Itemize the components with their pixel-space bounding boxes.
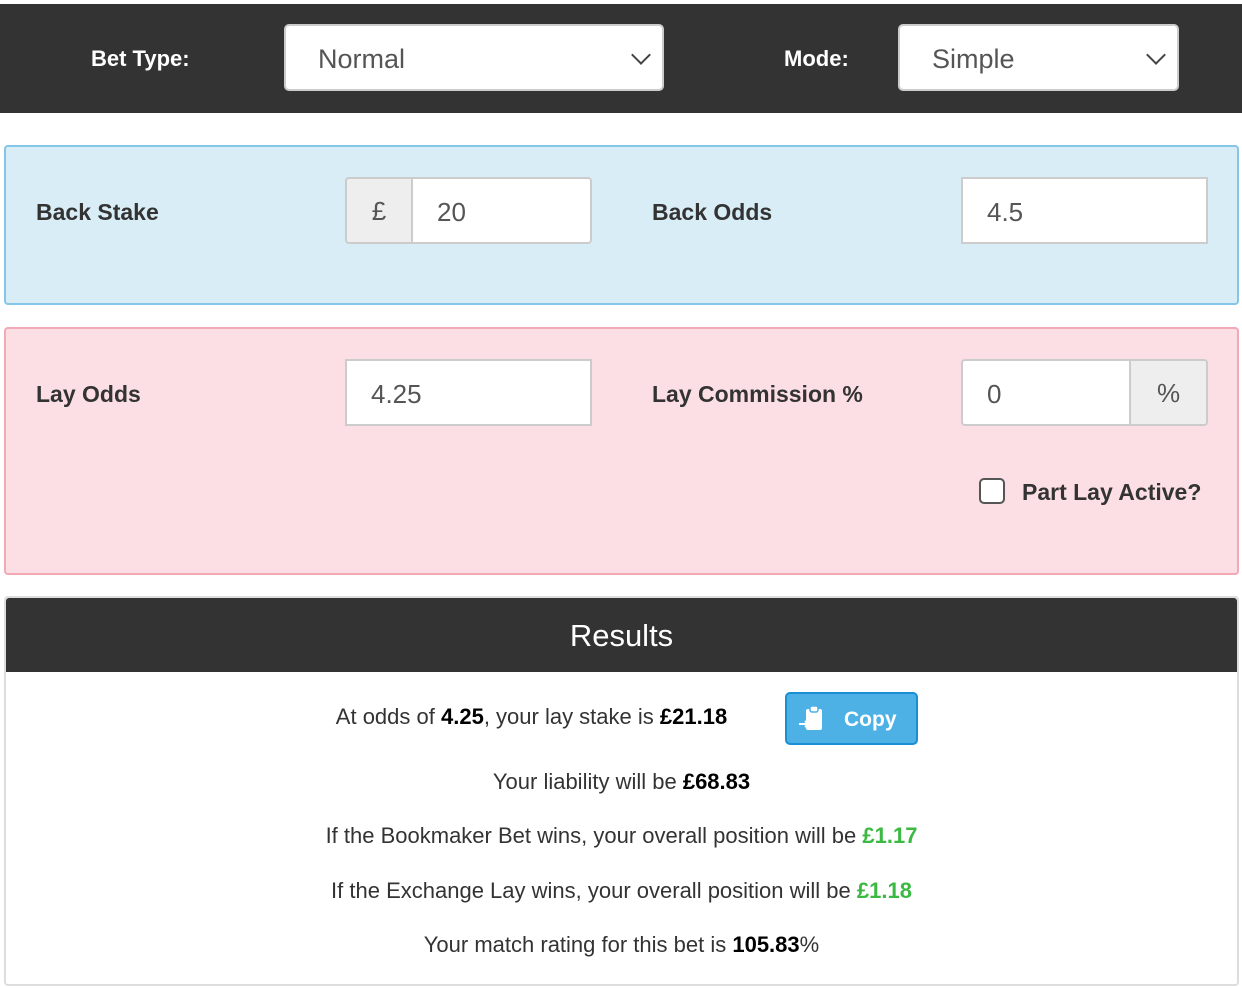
bookmaker-wins-line: If the Bookmaker Bet wins, your overall … <box>6 823 1237 849</box>
part-lay-checkbox[interactable] <box>979 478 1005 504</box>
lay-stake-line: At odds of 4.25, your lay stake is £21.1… <box>6 704 1237 730</box>
text: , your lay stake is <box>483 704 660 729</box>
exchange-wins-line: If the Exchange Lay wins, your overall p… <box>6 878 1237 904</box>
back-odds-input[interactable]: 4.5 <box>961 177 1208 244</box>
bet-type-label: Bet Type: <box>91 46 190 71</box>
copy-button[interactable]: Copy <box>785 692 918 745</box>
chevron-down-icon <box>631 45 651 65</box>
bookmaker-wins-value: £1.17 <box>862 823 918 848</box>
match-rating-value: 105.83 <box>732 932 800 957</box>
back-odds-label: Back Odds <box>652 199 773 225</box>
results-panel: Results At odds of 4.25, your lay stake … <box>4 596 1239 986</box>
text: Your match rating for this bet is <box>423 932 733 957</box>
text: If the Bookmaker Bet wins, your overall … <box>325 823 863 848</box>
text: At odds of <box>335 704 441 729</box>
mode-value: Simple <box>932 44 1015 74</box>
back-stake-input[interactable]: 20 <box>411 177 592 244</box>
part-lay-label[interactable]: Part Lay Active? <box>1022 479 1201 506</box>
bet-type-select[interactable]: Normal <box>284 24 664 91</box>
lay-odds-value: 4.25 <box>440 704 484 729</box>
lay-stake-value: £21.18 <box>659 704 728 729</box>
clipboard-icon <box>799 705 822 730</box>
lay-commission-label: Lay Commission % <box>652 381 863 407</box>
exchange-wins-value: £1.18 <box>856 878 912 903</box>
text: Your liability will be <box>492 769 683 794</box>
lay-odds-label: Lay Odds <box>36 381 141 407</box>
liability-line: Your liability will be £68.83 <box>6 769 1237 795</box>
currency-addon: £ <box>345 177 413 244</box>
text: If the Exchange Lay wins, your overall p… <box>331 878 857 903</box>
lay-commission-input[interactable]: 0 <box>961 359 1131 426</box>
bet-type-value: Normal <box>318 44 406 74</box>
top-bar: Bet Type: Normal Mode: Simple <box>0 4 1242 113</box>
back-panel: Back Stake £ 20 Back Odds 4.5 <box>4 145 1239 305</box>
liability-value: £68.83 <box>682 769 751 794</box>
mode-label: Mode: <box>784 46 849 71</box>
match-rating-line: Your match rating for this bet is 105.83… <box>6 932 1237 958</box>
lay-odds-input[interactable]: 4.25 <box>345 359 592 426</box>
lay-panel: Lay Odds 4.25 Lay Commission % 0 % Part … <box>4 327 1239 575</box>
back-stake-label: Back Stake <box>36 199 159 225</box>
chevron-down-icon <box>1146 45 1166 65</box>
percent-addon: % <box>1129 359 1208 426</box>
copy-label: Copy <box>844 708 897 731</box>
text: % <box>799 932 820 957</box>
results-title: Results <box>6 598 1237 672</box>
mode-select[interactable]: Simple <box>898 24 1179 91</box>
